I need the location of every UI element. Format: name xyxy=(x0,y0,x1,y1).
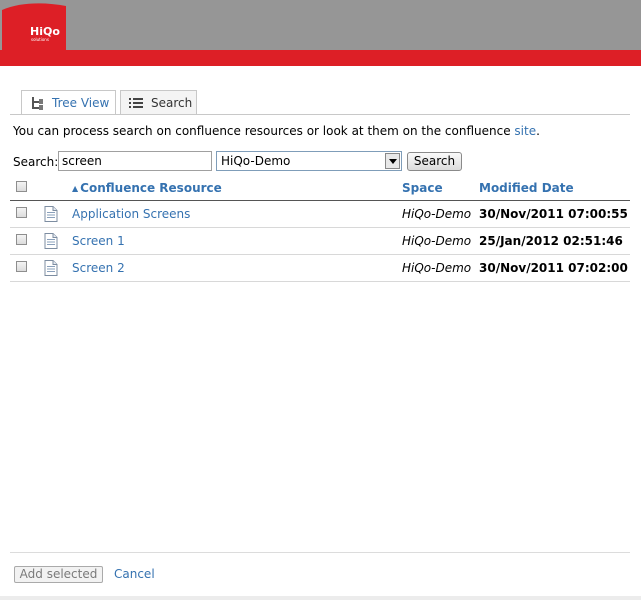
resource-link[interactable]: Screen 1 xyxy=(72,234,125,248)
tab-tree-view[interactable]: Tree View xyxy=(21,90,116,114)
tab-tree-view-label: Tree View xyxy=(52,95,110,110)
logo-subtext: solutions xyxy=(31,37,49,42)
table-row: Application Screens HiQo-Demo 30/Nov/201… xyxy=(10,200,630,228)
header-bar: HiQo solutions xyxy=(0,0,641,51)
tab-divider xyxy=(10,114,630,115)
page-icon xyxy=(44,260,58,276)
intro-text: You can process search on confluence res… xyxy=(13,124,540,138)
list-icon xyxy=(128,96,144,110)
sort-arrow-icon: ▲ xyxy=(72,184,79,193)
space-cell: HiQo-Demo xyxy=(402,254,479,282)
row-checkbox[interactable] xyxy=(16,261,27,272)
table-row: Screen 2 HiQo-Demo 30/Nov/2011 07:02:00 xyxy=(10,254,630,282)
tab-search-label: Search xyxy=(151,95,193,110)
date-cell: 30/Nov/2011 07:00:55 xyxy=(479,200,630,228)
space-select[interactable]: HiQo-Demo xyxy=(216,151,402,171)
site-link[interactable]: site xyxy=(514,124,536,138)
select-all-checkbox[interactable] xyxy=(16,181,27,192)
column-header-space[interactable]: Space xyxy=(402,176,479,201)
bottom-strip xyxy=(0,596,641,600)
brand-band xyxy=(0,50,641,66)
cancel-link[interactable]: Cancel xyxy=(114,567,155,581)
row-checkbox[interactable] xyxy=(16,234,27,245)
add-selected-button[interactable]: Add selected xyxy=(14,566,103,583)
column-header-modified-date[interactable]: Modified Date xyxy=(479,176,630,201)
table-header-row: ▲ Confluence Resource Space Modified Date xyxy=(10,176,630,201)
column-header-resource[interactable]: ▲ Confluence Resource xyxy=(72,176,402,201)
intro-message: You can process search on confluence res… xyxy=(13,124,515,138)
logo-text: HiQo xyxy=(30,25,60,38)
resource-link[interactable]: Screen 2 xyxy=(72,261,125,275)
chevron-down-icon[interactable] xyxy=(385,153,400,169)
space-cell: HiQo-Demo xyxy=(402,200,479,228)
space-select-value: HiQo-Demo xyxy=(221,154,291,168)
hiqo-logo: HiQo solutions xyxy=(0,0,66,51)
search-button[interactable]: Search xyxy=(407,152,462,171)
tree-icon xyxy=(29,96,45,110)
date-cell: 25/Jan/2012 02:51:46 xyxy=(479,227,630,255)
column-header-resource-label: Confluence Resource xyxy=(80,181,222,195)
space-cell: HiQo-Demo xyxy=(402,227,479,255)
page-icon xyxy=(44,233,58,249)
intro-suffix: . xyxy=(536,124,540,138)
search-input[interactable] xyxy=(58,151,212,171)
date-cell: 30/Nov/2011 07:02:00 xyxy=(479,254,630,282)
table-row: Screen 1 HiQo-Demo 25/Jan/2012 02:51:46 xyxy=(10,227,630,255)
results-table: ▲ Confluence Resource Space Modified Date… xyxy=(10,176,630,282)
page-icon xyxy=(44,206,58,222)
resource-link[interactable]: Application Screens xyxy=(72,207,190,221)
row-checkbox[interactable] xyxy=(16,207,27,218)
tab-search[interactable]: Search xyxy=(120,90,197,115)
footer-divider xyxy=(10,552,630,553)
search-label: Search: xyxy=(13,155,59,169)
